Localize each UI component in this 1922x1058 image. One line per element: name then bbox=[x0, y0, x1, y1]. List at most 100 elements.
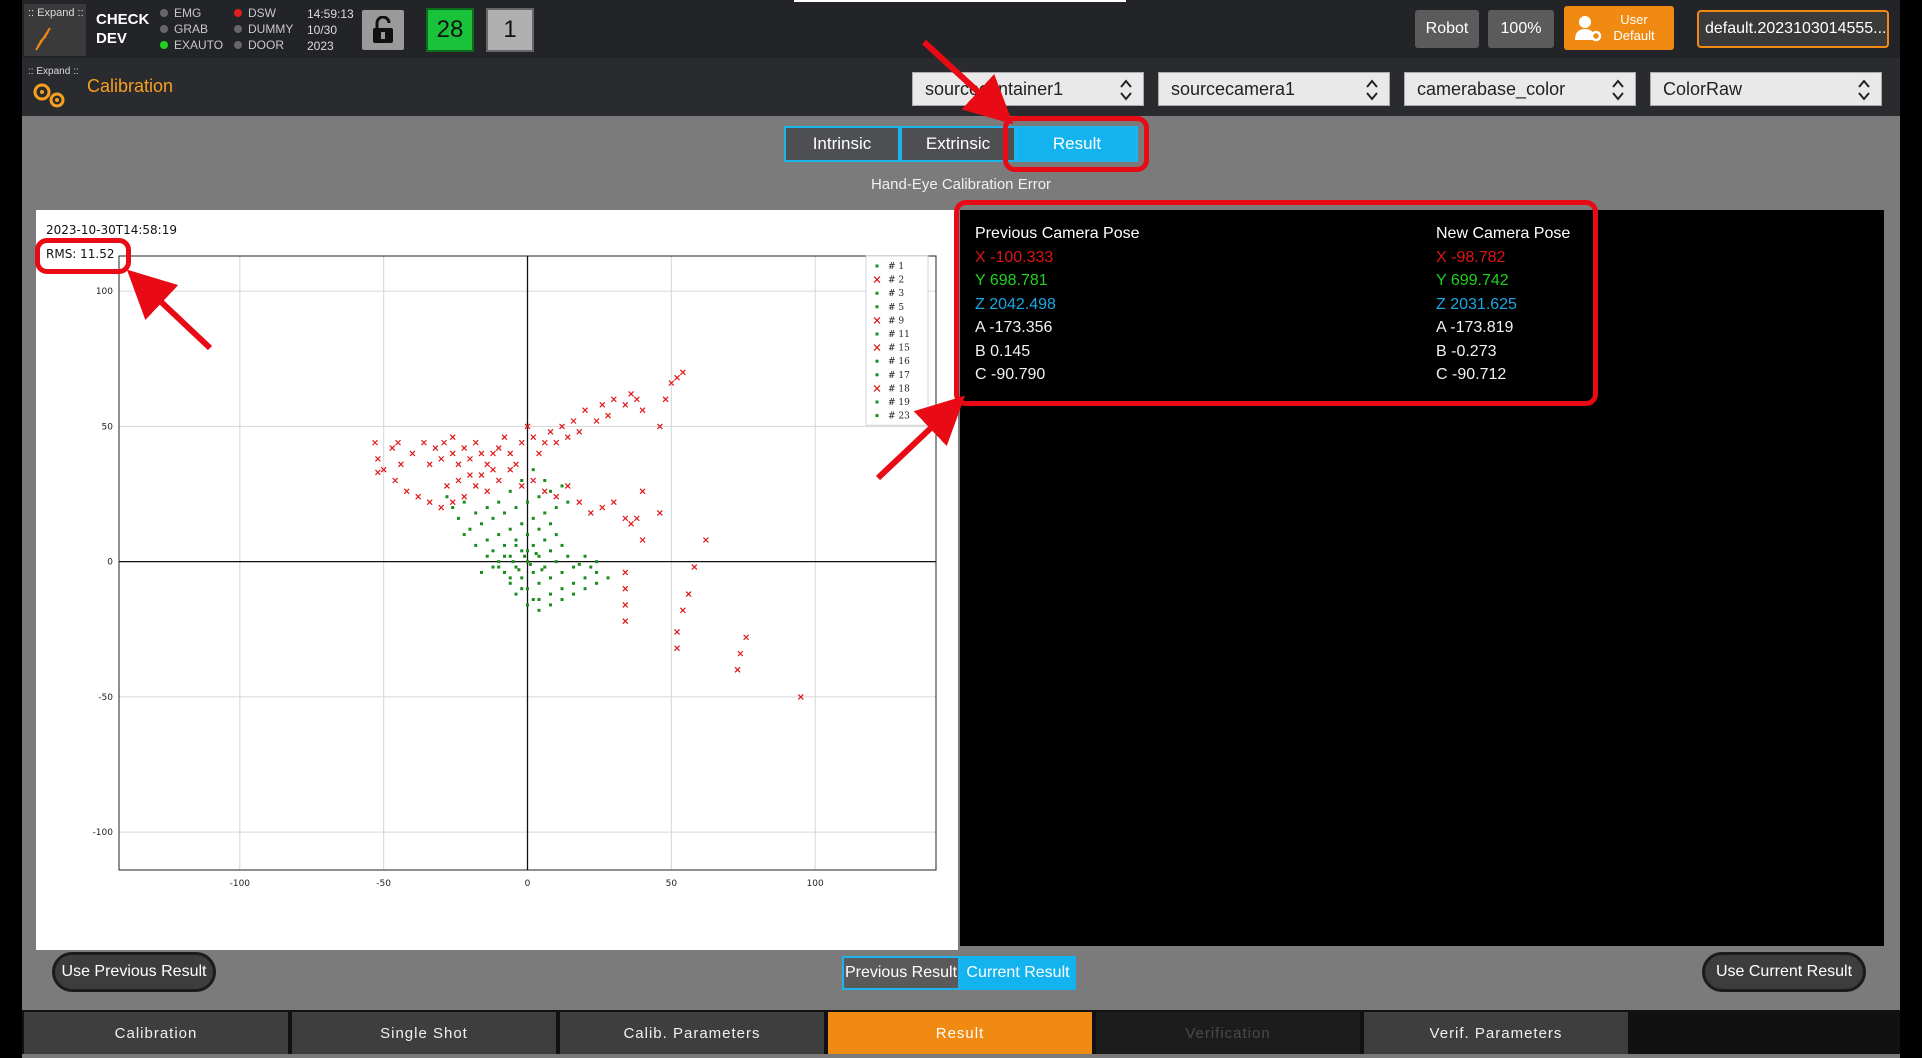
legend-label: # 23 bbox=[888, 412, 910, 422]
data-point-x bbox=[432, 445, 439, 451]
data-point-x bbox=[449, 450, 456, 457]
data-point-x bbox=[633, 515, 640, 522]
data-point-x bbox=[547, 428, 554, 435]
data-point-x bbox=[639, 488, 646, 495]
user-label: User Default bbox=[1602, 12, 1666, 44]
data-point-x bbox=[599, 401, 606, 408]
legend-label: # 9 bbox=[888, 316, 904, 326]
nav-tab-result[interactable]: Result bbox=[828, 1012, 1092, 1054]
nav-tab-verif-parameters[interactable]: Verif. Parameters bbox=[1364, 1012, 1628, 1054]
data-point-dot bbox=[549, 522, 553, 526]
use-previous-result-button[interactable]: Use Previous Result bbox=[52, 952, 216, 992]
use-current-result-button[interactable]: Use Current Result bbox=[1702, 952, 1866, 992]
data-point-dot bbox=[549, 549, 553, 553]
data-point-x bbox=[461, 493, 468, 500]
data-point-x bbox=[530, 434, 537, 441]
legend-marker-dot bbox=[875, 291, 879, 295]
lock-button[interactable] bbox=[362, 10, 404, 50]
data-point-x bbox=[403, 488, 410, 495]
data-point-dot bbox=[479, 570, 483, 574]
clock: 14:59:13 10/30 2023 bbox=[307, 6, 354, 54]
image-type-select[interactable]: ColorRaw bbox=[1650, 72, 1882, 106]
x-tick-label: 50 bbox=[666, 879, 678, 889]
y-tick-label: -100 bbox=[93, 828, 114, 838]
data-point-dot bbox=[531, 543, 535, 547]
data-point-dot bbox=[543, 511, 547, 515]
user-button[interactable]: User Default bbox=[1564, 6, 1674, 50]
speed-button[interactable]: 100% bbox=[1488, 10, 1554, 48]
data-point-dot bbox=[517, 568, 521, 572]
data-point-dot bbox=[606, 576, 610, 580]
tab-intrinsic[interactable]: Intrinsic bbox=[784, 126, 900, 162]
legend-marker-dot bbox=[875, 373, 879, 377]
top-tab-strip bbox=[794, 0, 1126, 2]
nav-tab-calib-parameters[interactable]: Calib. Parameters bbox=[560, 1012, 824, 1054]
data-point-x bbox=[513, 461, 519, 468]
data-point-x bbox=[622, 401, 629, 408]
data-point-x bbox=[484, 488, 491, 495]
source-container-select[interactable]: sourcecontainer1 bbox=[912, 72, 1144, 106]
data-point-x bbox=[734, 666, 741, 673]
data-point-x bbox=[628, 520, 634, 527]
data-point-x bbox=[622, 618, 629, 625]
project-file-button[interactable]: default.2023103014555... bbox=[1697, 10, 1889, 48]
data-point-dot bbox=[526, 560, 529, 564]
data-point-dot bbox=[508, 581, 512, 585]
y-tick-label: 100 bbox=[96, 287, 113, 297]
data-point-dot bbox=[537, 608, 541, 612]
legend-label: # 11 bbox=[888, 330, 910, 340]
data-point-x bbox=[633, 396, 640, 403]
clock-date: 10/30 bbox=[307, 23, 338, 37]
data-point-dot bbox=[549, 592, 553, 596]
current-result-toggle[interactable]: Current Result bbox=[960, 956, 1076, 990]
camera-base-select[interactable]: camerabase_color bbox=[1404, 72, 1636, 106]
legend-label: # 1 bbox=[888, 262, 904, 272]
data-point-dot bbox=[560, 570, 564, 574]
data-point-dot bbox=[534, 552, 538, 556]
legend-label: # 5 bbox=[888, 303, 904, 313]
expand-logo[interactable]: :: Expand :: bbox=[24, 4, 86, 56]
data-point-dot bbox=[497, 533, 501, 537]
robot-button[interactable]: Robot bbox=[1415, 10, 1479, 48]
tab-extrinsic[interactable]: Extrinsic bbox=[900, 126, 1016, 162]
status-bar: :: Expand :: CHECK DEV EMG GRAB EXAUTO D… bbox=[22, 0, 1900, 58]
legend-label: # 16 bbox=[888, 357, 910, 367]
nav-tab-verification: Verification bbox=[1096, 1012, 1360, 1054]
data-point-dot bbox=[485, 538, 489, 542]
page-title: Calibration bbox=[87, 76, 174, 96]
data-point-dot bbox=[497, 565, 501, 569]
data-point-x bbox=[455, 461, 462, 468]
x-tick-label: 0 bbox=[525, 879, 531, 889]
data-point-x bbox=[691, 564, 698, 570]
legend-label: # 17 bbox=[888, 371, 910, 381]
unlock-icon bbox=[373, 16, 393, 43]
indicator-label: EMG bbox=[174, 6, 202, 20]
source-camera-select[interactable]: sourcecamera1 bbox=[1158, 72, 1390, 106]
select-value: camerabase_color bbox=[1417, 78, 1566, 99]
bottom-nav: Calibration Single Shot Calib. Parameter… bbox=[22, 1010, 1900, 1054]
indicator-label: DOOR bbox=[248, 38, 284, 52]
highlight-rms bbox=[35, 238, 131, 274]
data-point-dot bbox=[502, 511, 506, 515]
alarm-count-badge[interactable]: 1 bbox=[486, 8, 534, 52]
data-point-dot bbox=[462, 533, 466, 537]
indicator-dot bbox=[160, 41, 168, 49]
data-point-x bbox=[662, 396, 669, 403]
nav-tab-single-shot[interactable]: Single Shot bbox=[292, 1012, 556, 1054]
data-point-dot bbox=[572, 592, 576, 596]
data-point-dot bbox=[595, 570, 599, 574]
indicator-dummy: DUMMY bbox=[234, 22, 293, 36]
data-point-x bbox=[449, 434, 456, 441]
data-point-x bbox=[737, 650, 744, 657]
legend-marker-dot bbox=[875, 359, 879, 363]
data-point-x bbox=[467, 472, 473, 479]
data-point-dot bbox=[554, 560, 558, 564]
data-point-x bbox=[605, 412, 611, 419]
previous-result-toggle[interactable]: Previous Result bbox=[842, 956, 960, 990]
nav-tab-calibration[interactable]: Calibration bbox=[24, 1012, 288, 1054]
data-point-dot bbox=[549, 489, 553, 493]
data-point-x bbox=[518, 439, 525, 446]
job-count-badge[interactable]: 28 bbox=[426, 8, 474, 52]
title-bar: :: Expand :: Calibration sourcecontainer… bbox=[22, 58, 1900, 116]
data-point-x bbox=[495, 477, 502, 484]
